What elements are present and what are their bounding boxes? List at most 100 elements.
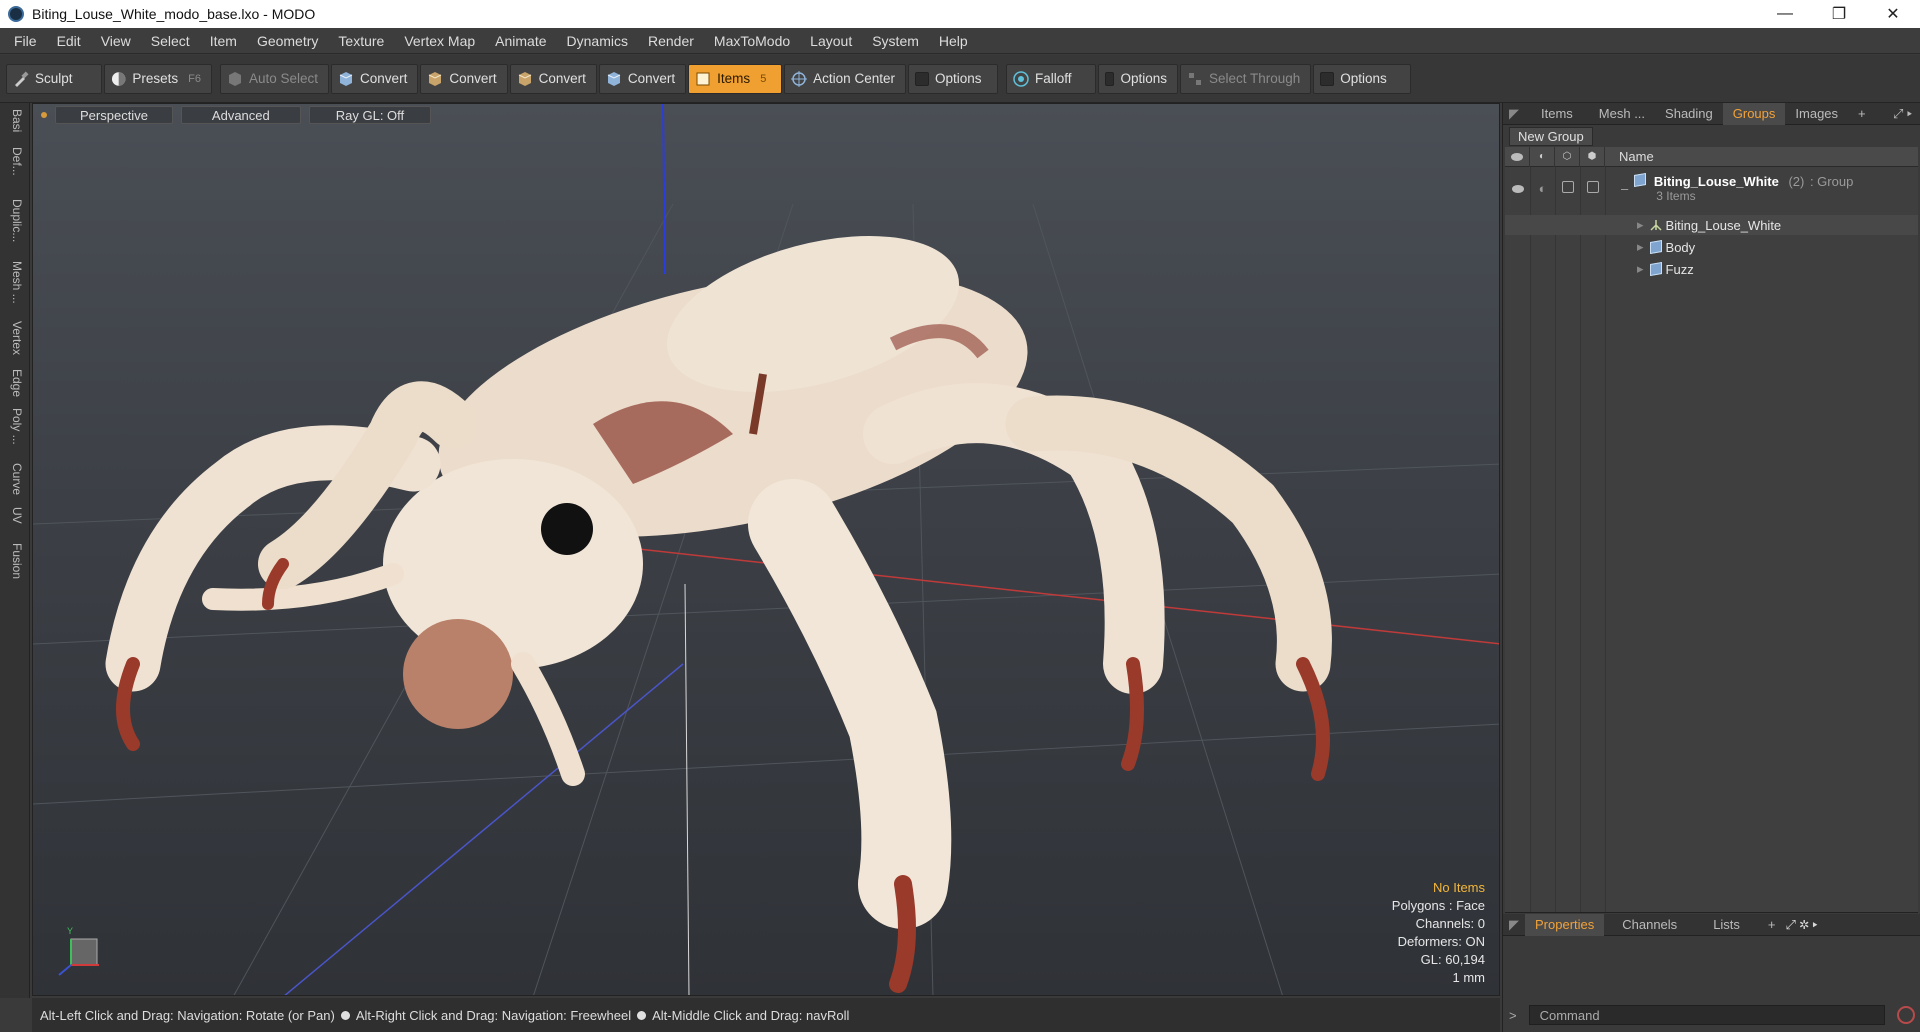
tab-basic[interactable]: Basi: [6, 109, 24, 132]
new-group-button[interactable]: New Group: [1509, 126, 1593, 146]
items-mode-button[interactable]: Items 5: [688, 63, 783, 94]
options-checkbox-2[interactable]: [1104, 71, 1115, 86]
viewport-menu-dot[interactable]: [41, 112, 47, 118]
panel-options-icon[interactable]: ⤢ ✲ ▸: [1786, 917, 1818, 933]
tree-item-body[interactable]: ▸ Body: [1505, 237, 1918, 257]
menu-help[interactable]: Help: [929, 33, 978, 49]
options-button-2[interactable]: Options: [1097, 63, 1178, 94]
expand-icon[interactable]: ▸: [1637, 261, 1644, 277]
render-toggle-icon[interactable]: [1580, 180, 1605, 196]
convert-button-4[interactable]: Convert: [598, 63, 687, 94]
options-checkbox-3[interactable]: [1320, 71, 1335, 86]
menu-system[interactable]: System: [862, 33, 929, 49]
convert-label-3: Convert: [538, 71, 586, 86]
maximize-button[interactable]: ❐: [1812, 0, 1866, 28]
polygons-status: Polygons : Face: [1391, 898, 1485, 913]
tab-uv[interactable]: UV: [6, 507, 24, 524]
menu-render[interactable]: Render: [638, 33, 704, 49]
expand-icon[interactable]: ▸: [1637, 217, 1644, 233]
close-button[interactable]: ✕: [1866, 0, 1920, 28]
name-column-header[interactable]: Name: [1605, 149, 1654, 164]
falloff-button[interactable]: Falloff: [1005, 63, 1096, 94]
menu-item[interactable]: Item: [200, 33, 247, 49]
tab-deform[interactable]: Def...: [6, 147, 24, 176]
hint-rotate: Alt-Left Click and Drag: Navigation: Rot…: [40, 1007, 335, 1023]
options-checkbox-1[interactable]: [914, 71, 929, 86]
tree-item-fuzz[interactable]: ▸ Fuzz: [1505, 259, 1918, 279]
menu-geometry[interactable]: Geometry: [247, 33, 328, 49]
convert-button-1[interactable]: Convert: [331, 63, 419, 94]
louse-model[interactable]: [105, 208, 1332, 993]
tab-items[interactable]: Items: [1525, 103, 1589, 125]
falloff-icon: [1013, 70, 1029, 87]
panel-options-icon[interactable]: ⤢ ▸: [1893, 106, 1912, 122]
hint-roll: Alt-Middle Click and Drag: navRoll: [652, 1007, 850, 1023]
options-button-1[interactable]: Options: [907, 63, 998, 94]
convert-button-3[interactable]: Convert: [509, 63, 597, 94]
menu-dynamics[interactable]: Dynamics: [557, 33, 638, 49]
collapse-icon[interactable]: –: [1621, 181, 1628, 196]
convert-label-4: Convert: [627, 71, 676, 86]
tab-groups[interactable]: Groups: [1722, 102, 1786, 125]
convert-button-2[interactable]: Convert: [420, 63, 508, 94]
visibility-column-icon[interactable]: [1505, 146, 1530, 167]
options-label-3: Options: [1340, 71, 1387, 86]
tab-properties[interactable]: Properties: [1525, 913, 1605, 936]
command-input[interactable]: Command: [1528, 1005, 1885, 1025]
shading-dropdown[interactable]: Advanced: [180, 106, 301, 124]
action-center-label: Action Center: [813, 71, 895, 86]
view-mode-dropdown[interactable]: Perspective: [55, 106, 173, 124]
presets-button[interactable]: Presets F6: [104, 63, 212, 94]
tab-mesh[interactable]: Mesh ...: [1589, 103, 1655, 125]
select-toggle-icon[interactable]: [1555, 180, 1580, 196]
options-button-3[interactable]: Options: [1313, 63, 1412, 94]
tab-curve[interactable]: Curve: [6, 463, 24, 495]
menu-animate[interactable]: Animate: [485, 33, 556, 49]
group-row[interactable]: ◐ – Biting_Louse_White (2) : Group 3 Ite…: [1505, 171, 1918, 205]
menu-view[interactable]: View: [91, 33, 141, 49]
add-tab-button[interactable]: +: [1758, 914, 1786, 936]
tab-vertex[interactable]: Vertex: [6, 321, 24, 355]
add-tab-button[interactable]: +: [1848, 103, 1876, 125]
tree-item-locator[interactable]: ▸ Biting_Louse_White: [1505, 215, 1918, 235]
3d-viewport[interactable]: Y Perspective Advanced Ray GL: Off No It…: [32, 103, 1500, 996]
minimize-button[interactable]: —: [1758, 0, 1812, 28]
menu-layout[interactable]: Layout: [800, 33, 862, 49]
sculpt-button[interactable]: Sculpt: [6, 63, 102, 94]
select-through-button[interactable]: Select Through: [1179, 63, 1312, 94]
tab-lists[interactable]: Lists: [1695, 914, 1758, 936]
menu-file[interactable]: File: [4, 33, 47, 49]
right-panel: ◤ Items Mesh ... Shading Groups Images +…: [1502, 102, 1920, 1032]
panel-menu-icon[interactable]: ◤: [1503, 914, 1525, 936]
lock-toggle-icon[interactable]: ◐: [1530, 181, 1555, 196]
tab-channels[interactable]: Channels: [1604, 914, 1695, 936]
tree-item-label: Body: [1665, 239, 1696, 255]
expand-icon[interactable]: ▸: [1637, 239, 1644, 255]
panel-menu-icon[interactable]: ◤: [1503, 103, 1525, 125]
tab-duplicate[interactable]: Duplic...: [6, 199, 24, 242]
visibility-eye-icon[interactable]: [1505, 181, 1530, 196]
viewport-scene[interactable]: Y: [33, 104, 1500, 996]
menu-maxtomodo[interactable]: MaxToModo: [704, 33, 800, 49]
menu-vertex-map[interactable]: Vertex Map: [394, 33, 485, 49]
action-center-button[interactable]: Action Center: [784, 63, 906, 94]
tab-images[interactable]: Images: [1785, 103, 1848, 125]
render-column-icon[interactable]: ⬢: [1580, 146, 1605, 167]
menu-edit[interactable]: Edit: [47, 33, 91, 49]
tab-edge[interactable]: Edge: [6, 369, 24, 397]
menu-texture[interactable]: Texture: [328, 33, 394, 49]
auto-select-label: Auto Select: [249, 71, 319, 86]
menu-select[interactable]: Select: [141, 33, 200, 49]
raygl-dropdown[interactable]: Ray GL: Off: [308, 106, 432, 124]
tab-polygon[interactable]: Poly ...: [6, 408, 24, 445]
tab-shading[interactable]: Shading: [1655, 103, 1723, 125]
lock-column-icon[interactable]: ◐: [1530, 146, 1555, 167]
left-tool-tabs: Basi Def... Duplic... Mesh ... Vertex Ed…: [0, 103, 30, 998]
mesh-icon: [1649, 261, 1662, 277]
modo-app-icon: [8, 6, 24, 22]
command-history-button[interactable]: [1896, 1006, 1915, 1024]
tab-mesh-edit[interactable]: Mesh ...: [6, 261, 24, 304]
select-column-icon[interactable]: ⬡: [1555, 146, 1580, 167]
auto-select-button[interactable]: Auto Select: [220, 63, 330, 94]
tab-fusion[interactable]: Fusion: [6, 543, 24, 579]
